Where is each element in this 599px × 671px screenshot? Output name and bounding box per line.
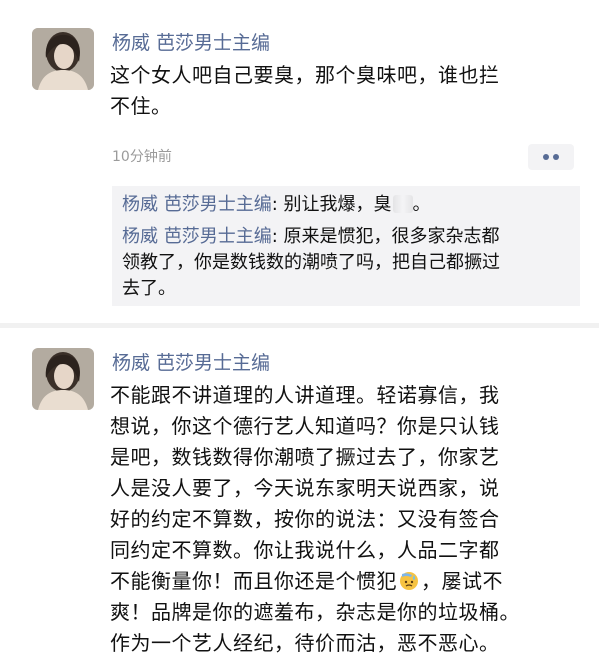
- post-text-line: 好的约定不算数，按你的说法：又没有签合: [110, 507, 500, 531]
- sweat-emoji-icon: [400, 572, 418, 590]
- avatar[interactable]: [32, 348, 94, 410]
- comments-box: 杨威 芭莎男士主编: 别让我爆，臭。 杨威 芭莎男士主编: 原来是惯犯，很多家杂…: [112, 186, 580, 306]
- comment-text: 去了。: [122, 278, 176, 299]
- post-text-line: 爽！品牌是你的遮羞布，杂志是你的垃圾桶。: [110, 600, 520, 624]
- comment-text: 原来是惯犯，很多家杂志都: [283, 226, 500, 247]
- comment-author[interactable]: 杨威 芭莎男士主编: [122, 194, 272, 215]
- post-text-line: 不能跟不讲道理的人讲道理。轻诺寡信，我: [110, 383, 500, 407]
- avatar-portrait-image: [32, 348, 94, 410]
- comment-colon: :: [271, 226, 284, 247]
- post-text-line: 同约定不算数。你让我说什么，人品二字都: [110, 538, 500, 562]
- comment-author[interactable]: 杨威 芭莎男士主编: [122, 226, 272, 247]
- author-name[interactable]: 杨威 芭莎男士主编: [112, 348, 270, 375]
- post-timestamp: 10分钟前: [112, 149, 172, 165]
- more-options-button[interactable]: [528, 144, 574, 170]
- comment-item[interactable]: 杨威 芭莎男士主编: 别让我爆，臭。: [122, 192, 572, 218]
- blurred-text-mask: [392, 195, 413, 213]
- post-text: 不能跟不讲道理的人讲道理。轻诺寡信，我 想说，你这个德行艺人知道吗？你是只认钱 …: [110, 380, 580, 659]
- post-text-line: 想说，你这个德行艺人知道吗？你是只认钱: [110, 414, 500, 438]
- post-text-line: 人是没人要了，今天说东家明天说西家，说: [110, 476, 500, 500]
- comment-text-end: 。: [412, 194, 431, 215]
- comment-item[interactable]: 杨威 芭莎男士主编: 原来是惯犯，很多家杂志都 领教了，你是数钱数的潮喷了吗，把…: [122, 224, 572, 302]
- comment-text: 领教了，你是数钱数的潮喷了吗，把自己都撅过: [122, 252, 500, 273]
- comment-text: 别让我爆，臭: [283, 194, 392, 215]
- post-text-line: 作为一个艺人经纪，待价而沽，恶不恶心。: [110, 631, 500, 655]
- moment-post: 杨威 芭莎男士主编 这个女人吧自己要臭，那个臭味吧，谁也拦 不住。 10分钟前 …: [0, 0, 599, 323]
- more-dots-icon: [553, 154, 559, 160]
- author-name[interactable]: 杨威 芭莎男士主编: [112, 28, 270, 55]
- post-text-line: 不住。: [110, 94, 172, 118]
- more-dots-icon: [543, 154, 549, 160]
- avatar[interactable]: [32, 28, 94, 90]
- comment-colon: :: [271, 194, 284, 215]
- post-text-line: 是吧，数钱数得你潮喷了撅过去了，你家艺: [110, 445, 500, 469]
- post-text-line: 不能衡量你！而且你还是个惯犯 ，屡试不: [110, 566, 580, 597]
- moment-post: 杨威 芭莎男士主编 不能跟不讲道理的人讲道理。轻诺寡信，我 想说，你这个德行艺人…: [0, 328, 599, 671]
- avatar-portrait-image: [32, 28, 94, 90]
- post-text: 这个女人吧自己要臭，那个臭味吧，谁也拦 不住。: [110, 60, 580, 122]
- post-text-line: 这个女人吧自己要臭，那个臭味吧，谁也拦: [110, 63, 500, 87]
- post-text-segment: ，屡试不: [421, 569, 503, 593]
- post-text-segment: 不能衡量你！而且你还是个惯犯: [110, 569, 397, 593]
